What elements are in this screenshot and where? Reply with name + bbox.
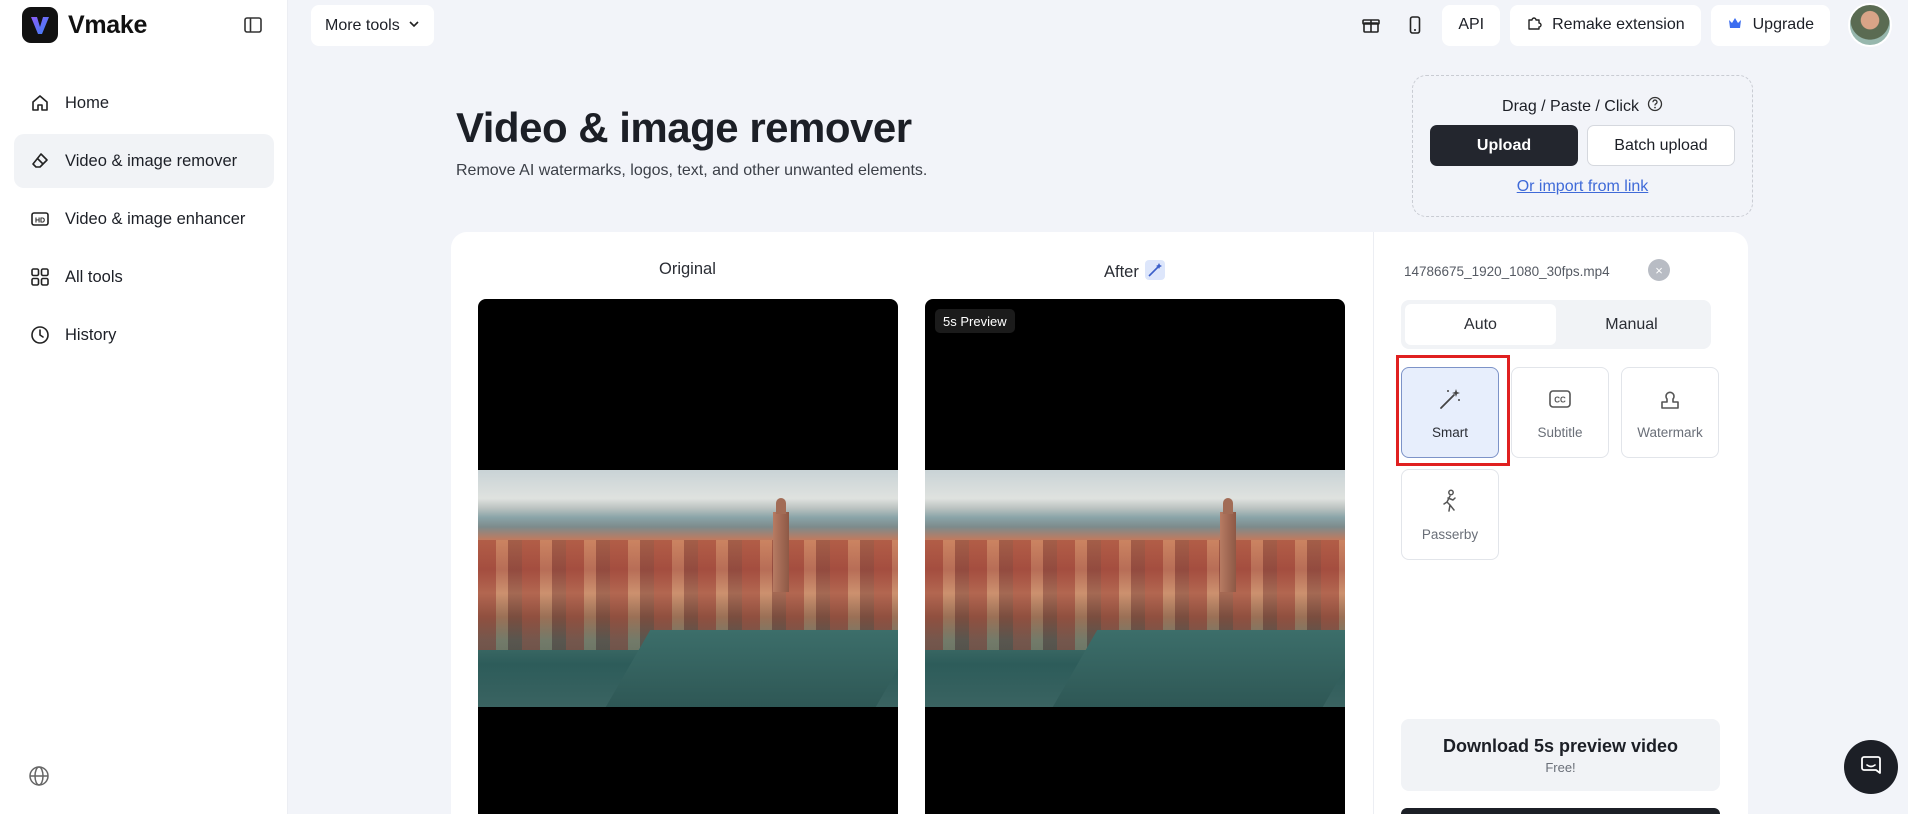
magic-wand-icon <box>1144 260 1165 285</box>
tab-manual[interactable]: Manual <box>1556 304 1707 345</box>
grid-icon <box>29 266 51 288</box>
chat-icon <box>1859 753 1883 782</box>
upload-dropzone[interactable]: Drag / Paste / Click Upload Batch upload… <box>1412 75 1753 217</box>
brand[interactable]: Vmake <box>22 7 148 43</box>
mode-tabs: Auto Manual <box>1401 300 1711 349</box>
download-title: Download 5s preview video <box>1442 735 1679 756</box>
venice-video-frame <box>925 470 1345 707</box>
magic-wand-icon <box>1437 386 1463 415</box>
download-preview-button[interactable]: Download 5s preview video Free! <box>1401 719 1720 791</box>
sidebar-toggle-icon[interactable] <box>243 15 263 35</box>
sidebar-item-label: Home <box>65 93 110 112</box>
tool-watermark[interactable]: Watermark <box>1621 367 1719 458</box>
walking-person-icon <box>1437 488 1463 517</box>
tool-label: Smart <box>1431 424 1468 440</box>
sidebar-item-all-tools[interactable]: All tools <box>14 250 274 304</box>
home-icon <box>29 92 51 114</box>
api-label: API <box>1458 16 1485 33</box>
eraser-icon <box>29 150 51 172</box>
preview-badge: 5s Preview <box>935 309 1015 333</box>
chevron-down-icon <box>408 17 420 35</box>
sidebar-item-label: Video & image remover <box>65 151 238 170</box>
hd-icon: HD <box>29 208 51 230</box>
after-label: After <box>1104 260 1165 285</box>
sidebar-item-home[interactable]: Home <box>14 76 274 130</box>
tool-smart[interactable]: Smart <box>1401 367 1499 458</box>
file-name: 14786675_1920_1080_30fps.mp4 <box>1404 264 1610 279</box>
clock-icon <box>29 324 51 346</box>
api-button[interactable]: API <box>1442 4 1501 46</box>
tool-label: Watermark <box>1637 424 1703 440</box>
original-label-text: Original <box>659 260 716 278</box>
page-title: Video & image remover <box>456 104 912 151</box>
settings-panel: 14786675_1920_1080_30fps.mp4 × Auto Manu… <box>1373 232 1748 814</box>
original-video-panel[interactable] <box>478 299 898 814</box>
after-video-panel[interactable]: 5s Preview <box>925 299 1345 814</box>
upload-button[interactable]: Upload <box>1430 125 1578 166</box>
cc-icon: CC <box>1547 386 1573 415</box>
tool-subtitle[interactable]: CC Subtitle <box>1511 367 1609 458</box>
venice-video-frame <box>478 470 898 707</box>
import-from-link[interactable]: Or import from link <box>1413 178 1752 196</box>
more-tools-button[interactable]: More tools <box>311 5 434 46</box>
crown-icon <box>1727 15 1743 36</box>
puzzle-icon <box>1526 15 1542 36</box>
after-label-text: After <box>1104 263 1139 281</box>
upload-hint: Drag / Paste / Click <box>1413 96 1752 117</box>
gift-icon[interactable] <box>1354 8 1388 42</box>
upload-hint-label: Drag / Paste / Click <box>1502 97 1639 115</box>
original-label: Original <box>659 260 716 279</box>
batch-upload-button[interactable]: Batch upload <box>1587 125 1735 166</box>
download-subtitle: Free! <box>1545 759 1576 775</box>
sidebar-item-video-image-remover[interactable]: Video & image remover <box>14 134 274 188</box>
upgrade-button[interactable]: Upgrade <box>1710 4 1830 46</box>
vmake-logo-icon <box>22 7 58 43</box>
stamp-icon <box>1657 386 1683 415</box>
secondary-action-button[interactable] <box>1401 808 1720 814</box>
tool-passerby[interactable]: Passerby <box>1401 469 1499 560</box>
upgrade-label: Upgrade <box>1752 16 1814 33</box>
tool-label: Subtitle <box>1537 424 1583 440</box>
globe-icon[interactable] <box>28 765 50 787</box>
sidebar-item-video-image-enhancer[interactable]: HD Video & image enhancer <box>14 192 274 246</box>
topbar-actions: API Remake extension Upgrade <box>1354 3 1892 47</box>
editor-card: Original After 5s Preview 14786675_1920_… <box>451 232 1748 814</box>
tab-auto[interactable]: Auto <box>1405 304 1556 345</box>
close-icon[interactable]: × <box>1648 259 1670 281</box>
tool-label: Passerby <box>1421 526 1479 542</box>
svg-text:CC: CC <box>1554 395 1566 404</box>
svg-text:HD: HD <box>35 218 45 225</box>
avatar[interactable] <box>1848 3 1892 47</box>
page-subtitle: Remove AI watermarks, logos, text, and o… <box>456 162 928 179</box>
sidebar-nav: Home Video & image remover HD Video & im… <box>14 76 274 366</box>
brand-name: Vmake <box>68 10 148 39</box>
mobile-phone-icon[interactable] <box>1398 8 1432 42</box>
sidebar-item-label: All tools <box>65 267 123 286</box>
more-tools-label: More tools <box>325 16 400 34</box>
sidebar-item-label: Video & image enhancer <box>65 209 246 228</box>
sidebar-item-label: History <box>65 325 117 344</box>
chat-support-button[interactable] <box>1844 740 1898 794</box>
sidebar-item-history[interactable]: History <box>14 308 274 362</box>
help-icon[interactable] <box>1647 96 1663 117</box>
sidebar: Vmake Home Video & image remover HD Vide… <box>0 0 288 814</box>
remake-extension-button[interactable]: Remake extension <box>1510 4 1701 46</box>
remake-extension-label: Remake extension <box>1552 16 1685 33</box>
